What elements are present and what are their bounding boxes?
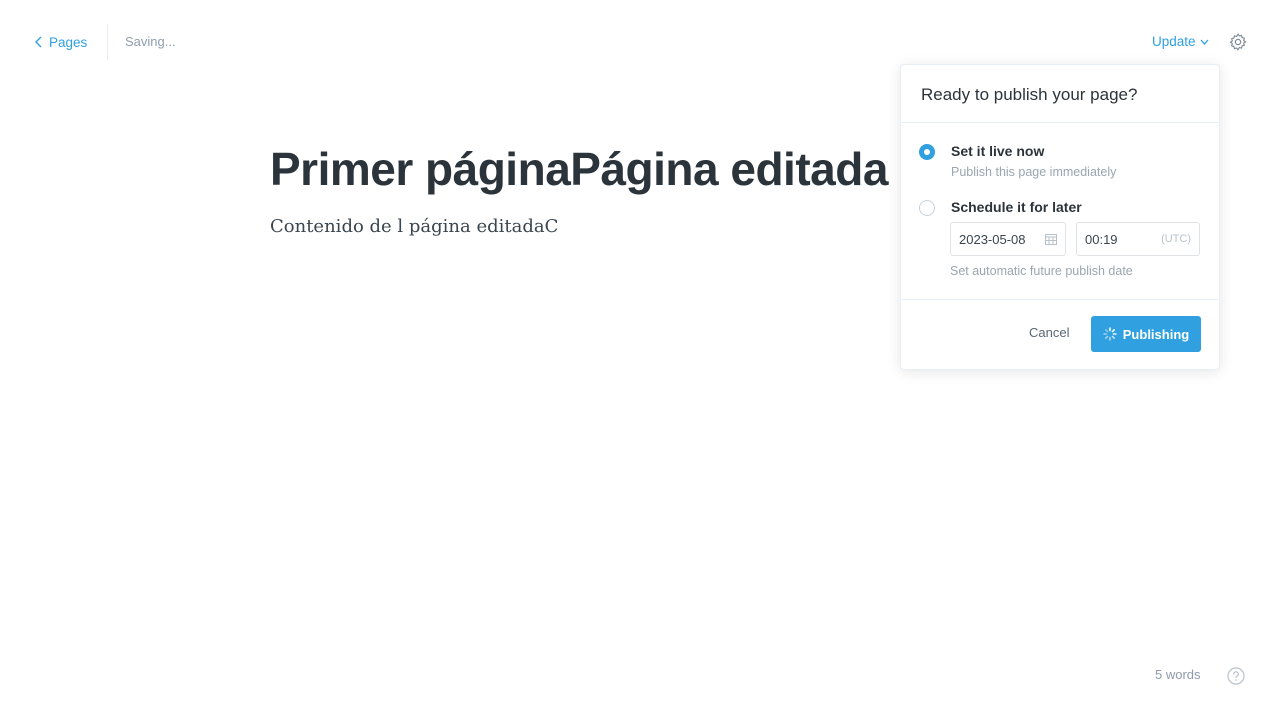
timezone-label: (UTC) — [1161, 233, 1191, 245]
chevron-left-icon — [35, 36, 42, 48]
editor-area: Primer páginaPágina editada Contenido de… — [270, 140, 910, 240]
update-button-label: Update — [1152, 34, 1196, 49]
option-set-live-now[interactable]: Set it live now Publish this page immedi… — [919, 143, 1116, 179]
cancel-button[interactable]: Cancel — [1029, 325, 1069, 340]
publish-button-label: Publishing — [1122, 326, 1190, 342]
header-divider — [107, 24, 108, 60]
back-to-pages-link[interactable]: Pages — [34, 33, 87, 51]
publish-menu-heading: Ready to publish your page? — [901, 65, 1219, 123]
page-title[interactable]: Primer páginaPágina editada — [270, 140, 910, 198]
save-status: Saving... — [125, 34, 176, 49]
publish-button[interactable]: Publishing — [1091, 316, 1201, 352]
radio-schedule-later[interactable] — [919, 200, 935, 216]
page-body[interactable]: Contenido de l página editadaC — [270, 214, 910, 240]
chevron-down-icon — [1200, 39, 1209, 45]
date-input[interactable]: 2023-05-08 — [950, 222, 1066, 256]
schedule-inputs: 2023-05-08 00:19 (UTC) — [950, 222, 1200, 256]
spinner-icon — [1102, 327, 1117, 341]
radio-set-live-now[interactable] — [919, 144, 935, 160]
word-count: 5 words — [1155, 667, 1201, 682]
option-schedule-later-label: Schedule it for later — [951, 199, 1082, 215]
publish-menu-footer: Cancel Publishing — [901, 299, 1219, 369]
schedule-hint: Set automatic future publish date — [950, 264, 1133, 278]
calendar-icon — [1045, 234, 1057, 245]
back-link-label: Pages — [49, 34, 88, 50]
time-input-value: 00:19 — [1085, 231, 1118, 247]
option-set-live-now-label: Set it live now — [951, 143, 1045, 159]
date-input-value: 2023-05-08 — [959, 231, 1026, 247]
gear-icon[interactable] — [1228, 32, 1248, 52]
publish-menu: Ready to publish your page? Set it live … — [900, 64, 1220, 370]
time-input[interactable]: 00:19 (UTC) — [1076, 222, 1200, 256]
option-schedule-later[interactable]: Schedule it for later — [919, 199, 1082, 216]
help-icon[interactable] — [1227, 667, 1245, 685]
update-button[interactable]: Update — [1152, 34, 1209, 49]
option-set-live-now-description: Publish this page immediately — [951, 165, 1117, 179]
